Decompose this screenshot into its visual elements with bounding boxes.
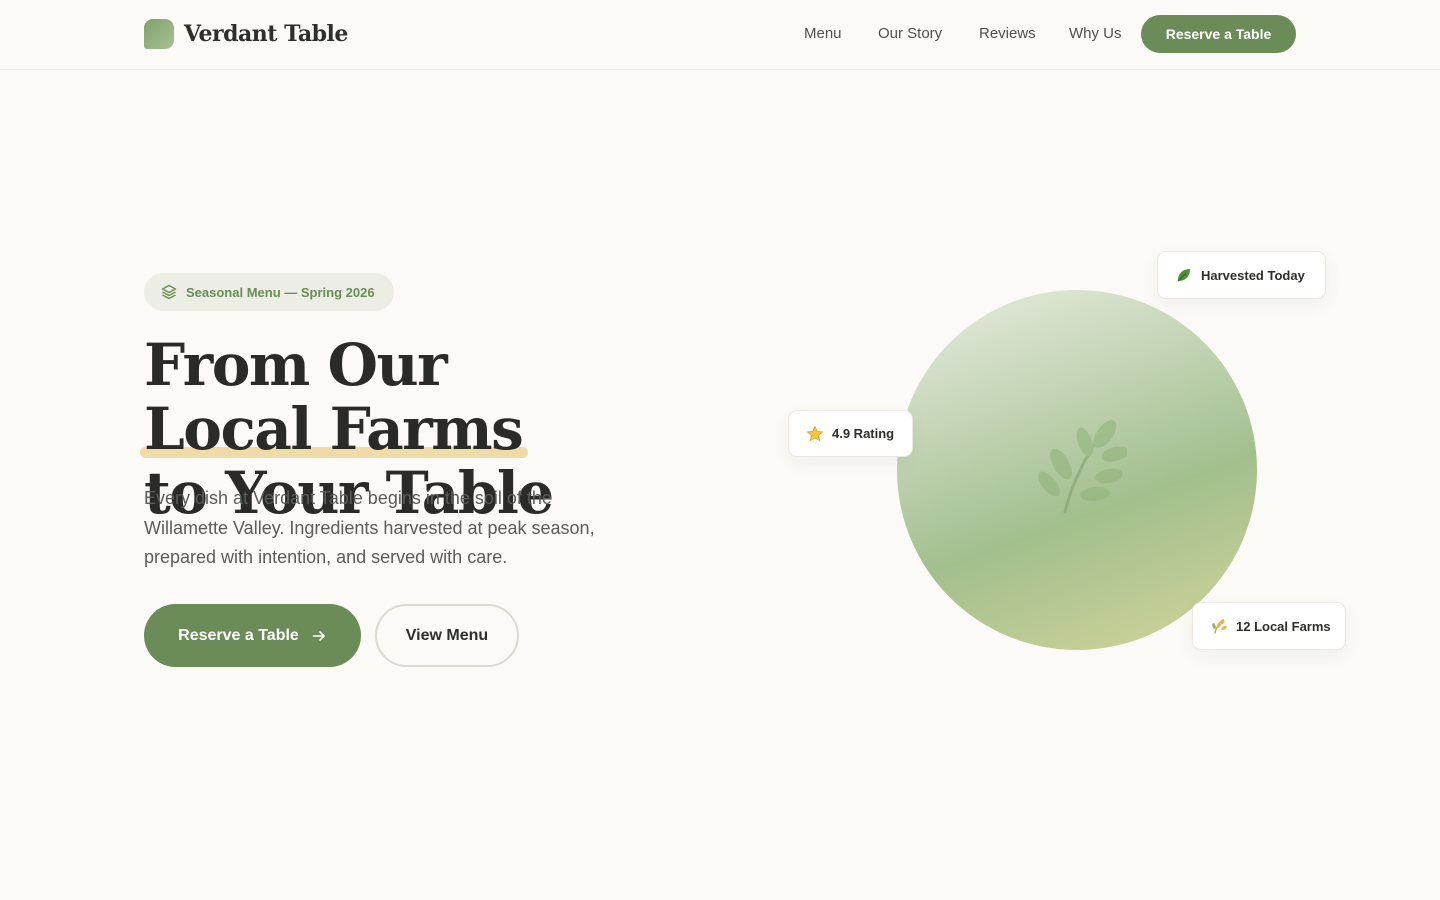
seasonal-badge: Seasonal Menu — Spring 2026: [144, 273, 394, 311]
layers-icon: [161, 284, 177, 300]
reserve-table-label: Reserve a Table: [178, 626, 299, 644]
seasonal-badge-label: Seasonal Menu — Spring 2026: [186, 284, 375, 300]
sprig-icon: [1037, 420, 1127, 514]
headline-highlight: Local Farms: [140, 395, 529, 463]
rating-label: 4.9 Rating: [832, 426, 895, 441]
leaf-logo-icon: [144, 19, 174, 49]
local-farms-label: 12 Local Farms: [1236, 618, 1331, 634]
arrow-right-icon: [312, 630, 325, 641]
reserve-table-button[interactable]: Reserve a Table: [144, 604, 361, 667]
headline-part1: From Our: [144, 331, 448, 399]
nav-link-why-us[interactable]: Why Us: [1069, 24, 1122, 44]
nav-link-menu[interactable]: Menu: [804, 24, 842, 44]
header-reserve-button[interactable]: Reserve a Table: [1141, 15, 1296, 53]
harvested-today-chip: Harvested Today: [1157, 251, 1326, 299]
view-menu-button[interactable]: View Menu: [375, 604, 519, 667]
local-farms-chip: 12 Local Farms: [1192, 602, 1346, 650]
nav-link-our-story[interactable]: Our Story: [878, 24, 942, 44]
brand-logo[interactable]: Verdant Table: [144, 19, 348, 49]
nav-link-reviews[interactable]: Reviews: [979, 24, 1036, 44]
harvested-today-label: Harvested Today: [1201, 267, 1305, 283]
wheat-icon: [1212, 619, 1227, 634]
hero-description: Every dish at Verdant Table begins in th…: [144, 488, 595, 567]
site-header: Verdant Table Menu Our Story Reviews Why…: [0, 0, 1440, 70]
rating-chip: 4.9 Rating: [788, 410, 913, 457]
headline-highlight-text: Local Farms: [144, 395, 524, 463]
star-icon: [806, 425, 824, 441]
brand-name: Verdant Table: [184, 21, 348, 47]
leaf-icon: [1177, 269, 1190, 282]
